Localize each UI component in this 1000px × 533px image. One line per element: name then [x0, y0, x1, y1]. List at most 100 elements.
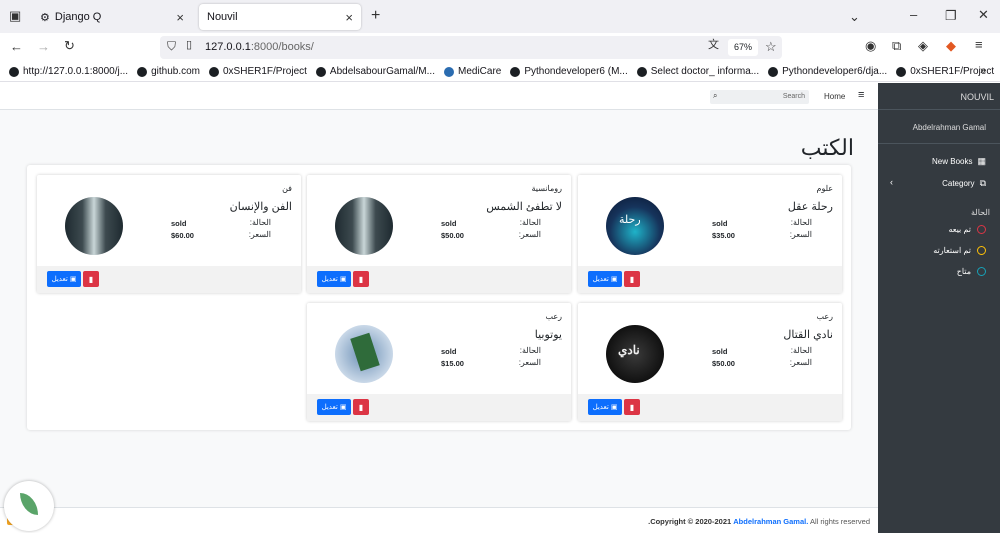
edit-button[interactable]: ▣ تعديل	[588, 399, 622, 415]
github-icon	[315, 66, 326, 77]
translate-icon[interactable]: 文	[708, 40, 719, 51]
edit-button[interactable]: ▣ تعديل	[47, 271, 81, 287]
book-category: فن	[282, 184, 292, 193]
profile-icon[interactable]: ◉	[865, 39, 876, 52]
url-bar[interactable]: ⛉ ▯ 127.0.0.1:8000/books/ 文 67% ☆	[160, 36, 782, 59]
edit-button[interactable]: ▣ تعديل	[588, 271, 622, 287]
status-label: الحالة:	[519, 346, 541, 355]
book-category: رومانسية	[531, 184, 562, 193]
search-box[interactable]: ⌕ Search	[710, 90, 809, 104]
trash-icon: ▮	[358, 402, 364, 412]
save-icon: ▣	[69, 276, 77, 283]
page-icon[interactable]: ▯	[186, 40, 192, 51]
pocket-icon[interactable]: ◈	[918, 39, 928, 52]
django-logo-icon: ⚙	[40, 11, 50, 24]
price-value: $60.00	[171, 231, 194, 240]
status-available[interactable]: متاح	[957, 267, 986, 276]
sidebar-user[interactable]: Abdelrahman Gamal	[913, 123, 986, 132]
minimize-icon[interactable]: –	[910, 8, 917, 21]
delete-button[interactable]: ▮	[353, 271, 369, 287]
book-cover-image	[335, 325, 393, 383]
book-title[interactable]: لا تطفئ الشمس	[486, 200, 562, 213]
page-footer: .Copyright © 2020-2021 Abdelrahman Gamal…	[0, 507, 878, 533]
status-value: sold	[441, 347, 457, 356]
status-label: الحالة:	[790, 218, 812, 227]
star-icon[interactable]: ☆	[765, 40, 777, 53]
delete-button[interactable]: ▮	[624, 271, 640, 287]
close-tab-icon[interactable]: ×	[345, 10, 353, 25]
bookmark-item[interactable]: 0xSHER1F/Project	[209, 66, 307, 77]
hamburger-icon[interactable]: ≡	[858, 89, 864, 101]
price-label: السعر:	[789, 358, 812, 367]
book-title[interactable]: نادي القتال	[783, 328, 833, 341]
zoom-level[interactable]: 67%	[728, 39, 758, 56]
github-icon	[896, 66, 907, 77]
price-value: $50.00	[441, 231, 464, 240]
new-tab-button[interactable]: +	[371, 8, 380, 24]
card-footer: ▣ تعديل ▮	[307, 266, 571, 293]
page-content: ⌕ Search Home ≡ الكتب علوم رحلة عقل الحا…	[0, 83, 878, 533]
status-value: sold	[712, 219, 728, 228]
bookmark-item[interactable]: AbdelsabourGamal/M...	[315, 66, 435, 77]
sidebar-item-category[interactable]: Category ⧉	[942, 178, 986, 189]
fox-extension-icon[interactable]: ◆	[946, 39, 956, 52]
status-label: الحالة:	[249, 218, 271, 227]
globe-icon	[9, 66, 19, 77]
close-window-icon[interactable]: ✕	[978, 8, 989, 21]
chevron-down-icon[interactable]: ⌄	[849, 10, 860, 23]
logo-badge	[4, 481, 54, 531]
search-icon[interactable]: ⌕	[713, 91, 717, 101]
book-title[interactable]: الفن والإنسان	[230, 200, 292, 213]
bookmark-item[interactable]: Select doctor_ informa...	[636, 66, 759, 77]
book-title[interactable]: يوتوبيا	[535, 328, 562, 341]
book-cover-image: نادي	[606, 325, 664, 383]
bookmark-item[interactable]: http://127.0.0.1:8000/j...	[9, 66, 128, 77]
tab-nouvil[interactable]: Nouvil ×	[199, 4, 361, 30]
trash-icon: ▮	[629, 274, 635, 284]
delete-button[interactable]: ▮	[83, 271, 99, 287]
status-borrowed[interactable]: تم استعارته	[933, 246, 986, 255]
price-value: $35.00	[712, 231, 735, 240]
book-title[interactable]: رحلة عقل	[788, 200, 833, 213]
status-label: الحالة:	[790, 346, 812, 355]
save-icon: ▣	[339, 276, 347, 283]
close-tab-icon[interactable]: ×	[176, 10, 184, 25]
extensions-icon[interactable]: ⧉	[892, 39, 901, 52]
book-category: رعب	[816, 312, 834, 321]
book-cover-image	[65, 197, 123, 255]
shield-icon[interactable]: ⛉	[167, 40, 176, 52]
delete-button[interactable]: ▮	[624, 399, 640, 415]
book-card: رعب يوتوبيا الحالة: sold السعر: $15.00 ▣…	[307, 303, 571, 421]
delete-button[interactable]: ▮	[353, 399, 369, 415]
bookmark-item[interactable]: Pythondeveloper6 (M...	[510, 66, 628, 77]
github-icon	[510, 66, 521, 77]
price-value: $50.00	[712, 359, 735, 368]
forward-arrow-icon[interactable]: →	[37, 40, 50, 53]
status-value: sold	[171, 219, 187, 228]
bookmark-item[interactable]: MediCare	[443, 66, 501, 77]
bookmark-item[interactable]: Pythondeveloper6/dja...	[768, 66, 887, 77]
sidebar-item-new-books[interactable]: New Books ▦	[932, 156, 986, 167]
book-category: علوم	[816, 184, 833, 193]
home-link[interactable]: Home	[824, 92, 845, 101]
more-bookmarks-icon[interactable]: »	[980, 66, 986, 77]
book-category: رعب	[545, 312, 563, 321]
search-input[interactable]: Search	[783, 93, 805, 100]
menu-icon[interactable]: ≡	[975, 38, 983, 51]
sidebar-brand[interactable]: NOUVIL	[960, 92, 994, 102]
reload-icon[interactable]: ↻	[64, 39, 75, 52]
back-arrow-icon[interactable]: ←	[10, 40, 23, 53]
author-link[interactable]: Abdelrahman Gamal.	[733, 517, 808, 526]
tab-list-icon[interactable]: ▣	[9, 9, 21, 22]
trash-icon: ▮	[629, 402, 635, 412]
edit-button[interactable]: ▣ تعديل	[317, 271, 351, 287]
top-navbar: ⌕ Search Home ≡	[0, 83, 878, 110]
globe-icon	[636, 66, 647, 77]
tab-django-q[interactable]: ⚙ Django Q ×	[32, 4, 192, 30]
chevron-left-icon[interactable]: ‹	[890, 177, 893, 187]
card-footer: ▣ تعديل ▮	[578, 394, 842, 421]
status-sold[interactable]: تم بيعه	[948, 225, 986, 234]
maximize-icon[interactable]: ❐	[945, 9, 957, 22]
edit-button[interactable]: ▣ تعديل	[317, 399, 351, 415]
bookmark-item[interactable]: github.com	[137, 66, 200, 77]
